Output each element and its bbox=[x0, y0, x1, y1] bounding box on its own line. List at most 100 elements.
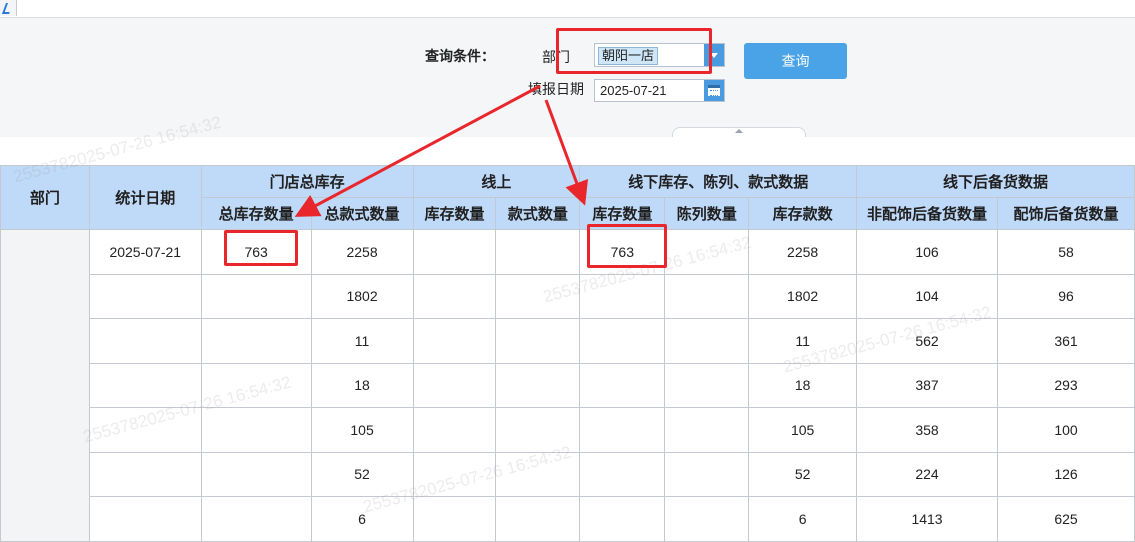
cell-online-stock bbox=[412, 496, 497, 542]
cell-stat-date bbox=[88, 273, 202, 319]
cell-accessory-backup: 293 bbox=[997, 362, 1135, 408]
col-header-total-style[interactable]: 总款式数量 bbox=[310, 197, 414, 230]
cell-display bbox=[664, 362, 750, 408]
cell-stock-style: 18 bbox=[748, 362, 858, 408]
cell-offline-stock bbox=[579, 451, 666, 497]
cell-stock-style: 52 bbox=[748, 451, 858, 497]
cell-accessory-backup: 100 bbox=[997, 407, 1135, 453]
cell-online-stock bbox=[412, 273, 497, 319]
cell-total-stock bbox=[200, 273, 312, 319]
group-header-backup: 线下后备货数据 bbox=[856, 165, 1135, 198]
cell-online-stock bbox=[412, 318, 497, 364]
cell-non-accessory-backup: 224 bbox=[856, 451, 998, 497]
annotation-box-offline-stock bbox=[587, 224, 667, 268]
cell-online-style bbox=[495, 318, 581, 364]
col-header-online-stock[interactable]: 库存数量 bbox=[412, 197, 497, 230]
cell-stock-style: 2258 bbox=[748, 229, 858, 275]
cell-stock-style: 1802 bbox=[748, 273, 858, 319]
cell-stat-date bbox=[88, 451, 202, 497]
cell-online-stock bbox=[412, 229, 497, 275]
col-header-online-style[interactable]: 款式数量 bbox=[495, 197, 581, 230]
col-header-total-stock[interactable]: 总库存数量 bbox=[200, 197, 312, 230]
cell-display bbox=[664, 318, 750, 364]
cell-total-style: 105 bbox=[310, 407, 414, 453]
annotation-box-dept-select bbox=[556, 28, 712, 74]
cell-non-accessory-backup: 106 bbox=[856, 229, 998, 275]
cell-total-style: 52 bbox=[310, 451, 414, 497]
col-header-stock-style[interactable]: 库存款数 bbox=[748, 197, 858, 230]
query-button[interactable]: 查询 bbox=[744, 43, 847, 79]
cell-total-stock bbox=[200, 362, 312, 408]
cell-offline-stock bbox=[579, 273, 666, 319]
cell-non-accessory-backup: 358 bbox=[856, 407, 998, 453]
query-conditions-label: 查询条件： bbox=[425, 48, 495, 64]
col-header-accessory-backup[interactable]: 配饰后备货数量 bbox=[997, 197, 1135, 230]
cell-display bbox=[664, 229, 750, 275]
cell-total-style: 2258 bbox=[310, 229, 414, 275]
cell-dept bbox=[0, 229, 90, 542]
table-row[interactable]: 52 52 224 126 bbox=[1, 451, 1135, 497]
date-input[interactable]: 2025-07-21 bbox=[594, 79, 725, 102]
cell-online-stock bbox=[412, 407, 497, 453]
cell-stock-style: 105 bbox=[748, 407, 858, 453]
cell-online-stock bbox=[412, 362, 497, 408]
cell-offline-stock bbox=[579, 407, 666, 453]
cell-offline-stock bbox=[579, 496, 666, 542]
top-toolbar-strip bbox=[0, 0, 1135, 18]
cell-total-style: 11 bbox=[310, 318, 414, 364]
table-row[interactable]: 11 11 562 361 bbox=[1, 318, 1135, 364]
cell-online-style bbox=[495, 496, 581, 542]
report-table: 部门 统计日期 门店总库存 线上 线下库存、陈列、款式数据 线下后备货数据 总库… bbox=[0, 165, 1135, 542]
col-header-stat-date[interactable]: 统计日期 bbox=[88, 165, 202, 230]
cell-display bbox=[664, 496, 750, 542]
cell-total-style: 6 bbox=[310, 496, 414, 542]
cell-display bbox=[664, 273, 750, 319]
cell-total-style: 1802 bbox=[310, 273, 414, 319]
cell-stock-style: 6 bbox=[748, 496, 858, 542]
col-header-non-accessory-backup[interactable]: 非配饰后备货数量 bbox=[856, 197, 998, 230]
cell-stat-date bbox=[88, 318, 202, 364]
cell-online-style bbox=[495, 407, 581, 453]
cell-online-style bbox=[495, 362, 581, 408]
cell-stat-date: 2025-07-21 bbox=[88, 229, 202, 275]
calendar-icon[interactable] bbox=[704, 80, 724, 101]
cell-online-style bbox=[495, 273, 581, 319]
cell-non-accessory-backup: 104 bbox=[856, 273, 998, 319]
group-header-offline: 线下库存、陈列、款式数据 bbox=[579, 165, 858, 198]
cell-non-accessory-backup: 1413 bbox=[856, 496, 998, 542]
col-header-dept[interactable]: 部门 bbox=[0, 165, 90, 230]
cell-non-accessory-backup: 562 bbox=[856, 318, 998, 364]
cell-stat-date bbox=[88, 362, 202, 408]
cell-stat-date bbox=[88, 496, 202, 542]
table-row[interactable]: 2025-07-21 763 2258 763 2258 106 58 bbox=[0, 229, 1135, 542]
table-row[interactable]: 105 105 358 100 bbox=[1, 407, 1135, 453]
app-logo-icon bbox=[0, 0, 17, 16]
group-header-store-total: 门店总库存 bbox=[200, 165, 414, 198]
annotation-box-total-stock bbox=[224, 230, 298, 266]
cell-total-style: 18 bbox=[310, 362, 414, 408]
cell-offline-stock bbox=[579, 362, 666, 408]
collapse-panel-toggle[interactable] bbox=[672, 127, 806, 137]
cell-total-stock bbox=[200, 451, 312, 497]
table-row[interactable]: 6 6 1413 625 bbox=[1, 496, 1135, 542]
group-header-online: 线上 bbox=[412, 165, 581, 198]
cell-accessory-backup: 126 bbox=[997, 451, 1135, 497]
cell-accessory-backup: 361 bbox=[997, 318, 1135, 364]
cell-total-stock bbox=[200, 407, 312, 453]
date-input-value: 2025-07-21 bbox=[600, 83, 667, 98]
cell-total-stock bbox=[200, 496, 312, 542]
cell-online-stock bbox=[412, 451, 497, 497]
cell-accessory-backup: 58 bbox=[997, 229, 1135, 275]
cell-accessory-backup: 96 bbox=[997, 273, 1135, 319]
cell-accessory-backup: 625 bbox=[997, 496, 1135, 542]
fill-date-label: 填报日期 bbox=[528, 81, 584, 97]
cell-online-style bbox=[495, 229, 581, 275]
table-row[interactable]: 1802 1802 104 96 bbox=[1, 273, 1135, 319]
cell-display bbox=[664, 451, 750, 497]
cell-non-accessory-backup: 387 bbox=[856, 362, 998, 408]
cell-stock-style: 11 bbox=[748, 318, 858, 364]
col-header-display[interactable]: 陈列数量 bbox=[664, 197, 750, 230]
cell-online-style bbox=[495, 451, 581, 497]
cell-total-stock bbox=[200, 318, 312, 364]
table-row[interactable]: 18 18 387 293 bbox=[1, 362, 1135, 408]
